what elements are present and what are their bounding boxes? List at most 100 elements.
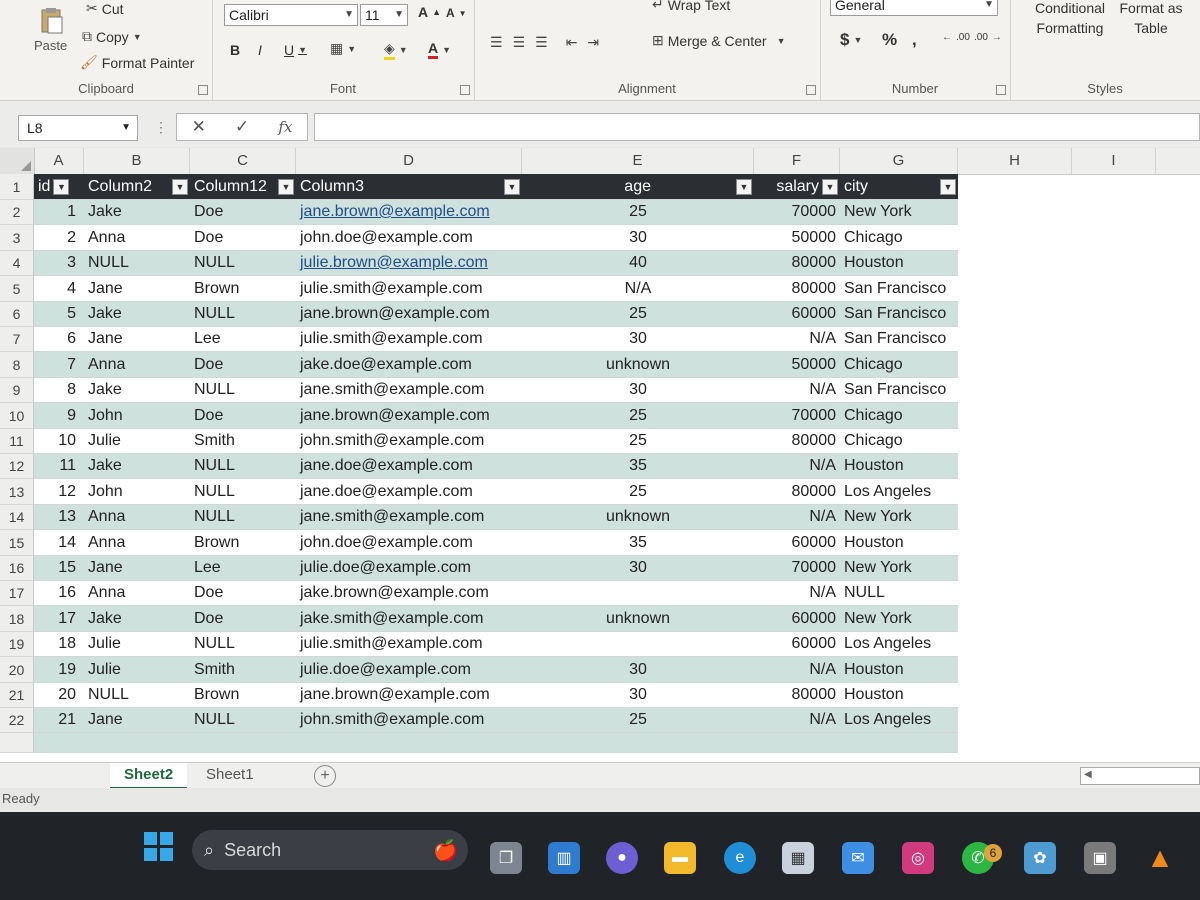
cell-city[interactable]: Houston (840, 657, 958, 682)
cell-age[interactable]: 25 (522, 200, 754, 224)
cell-city[interactable]: Los Angeles (840, 479, 958, 504)
cell-column2[interactable]: John (84, 403, 190, 428)
increase-indent-icon[interactable]: ⇥ (587, 34, 599, 51)
column-header-b[interactable]: B (84, 148, 190, 174)
cell-city[interactable]: Houston (840, 530, 958, 555)
microsoft-store-icon[interactable]: ▦ (782, 842, 814, 874)
cell-city[interactable]: Los Angeles (840, 708, 958, 732)
cell-id[interactable]: 12 (34, 479, 84, 504)
cell-email[interactable]: jane.doe@example.com (296, 454, 522, 478)
insert-function-icon[interactable]: fx (278, 118, 292, 136)
cell-city[interactable]: San Francisco (840, 276, 958, 301)
cell-age[interactable]: 25 (522, 708, 754, 732)
cell-column2[interactable]: Jake (84, 606, 190, 631)
column-header-a[interactable]: A (34, 148, 84, 174)
align-right-icon[interactable]: ☰ (535, 34, 548, 51)
row-header[interactable]: 16 (0, 556, 34, 581)
cell-city[interactable]: NULL (840, 581, 958, 605)
cell-column2[interactable]: NULL (84, 251, 190, 275)
cell-city[interactable]: New York (840, 505, 958, 529)
cell-column12[interactable]: NULL (190, 505, 296, 529)
font-launcher[interactable] (460, 85, 470, 95)
fill-color-button[interactable]: ◈ ▼ (384, 40, 408, 60)
cell-salary[interactable]: 60000 (754, 606, 840, 631)
bold-button[interactable]: B (230, 42, 240, 58)
cell-email[interactable]: john.doe@example.com (296, 530, 522, 555)
header-column12[interactable]: Column12 ▼ (190, 174, 296, 199)
row-header[interactable]: 9 (0, 378, 34, 403)
copy-button[interactable]: ⧉ Copy ▼ (82, 28, 142, 45)
align-center-icon[interactable]: ☰ (513, 34, 526, 51)
cell-salary[interactable]: N/A (754, 708, 840, 732)
worksheet-grid[interactable]: A B C D E F G H I 1 id ▼ Column2 ▼ Column1… (0, 148, 1200, 762)
cell-column12[interactable]: Lee (190, 556, 296, 580)
comma-button[interactable]: , (912, 30, 917, 50)
cell-email[interactable]: jane.brown@example.com (296, 200, 522, 224)
cell-column2[interactable]: John (84, 479, 190, 504)
cell-column2[interactable]: Anna (84, 225, 190, 250)
decrease-decimal-button[interactable]: .00 → (974, 32, 1002, 43)
cell-city[interactable]: Houston (840, 454, 958, 478)
header-city[interactable]: city ▼ (840, 174, 958, 199)
row-header[interactable]: 12 (0, 454, 34, 479)
row-header[interactable]: 5 (0, 276, 34, 302)
cell-age[interactable]: 25 (522, 302, 754, 326)
increase-decimal-button[interactable]: ← .00 (942, 32, 970, 43)
cell-column2[interactable]: Julie (84, 632, 190, 656)
cell-salary[interactable]: 80000 (754, 276, 840, 301)
cell-salary[interactable]: N/A (754, 327, 840, 351)
header-salary[interactable]: salary ▼ (754, 174, 840, 199)
font-name-select[interactable]: Calibri ▼ (224, 4, 358, 26)
cell-email[interactable]: john.smith@example.com (296, 429, 522, 453)
percent-button[interactable]: % (882, 30, 897, 50)
cell-salary[interactable]: 60000 (754, 302, 840, 326)
cell-city[interactable]: Chicago (840, 225, 958, 250)
cell-column12[interactable]: Doe (190, 225, 296, 250)
cell-column12[interactable]: NULL (190, 302, 296, 326)
cell-age[interactable] (522, 581, 754, 605)
cell-column12[interactable]: Doe (190, 606, 296, 631)
cell-age[interactable]: 30 (522, 225, 754, 250)
cell-salary[interactable]: N/A (754, 454, 840, 478)
row-header[interactable]: 6 (0, 302, 34, 327)
cell-id[interactable]: 7 (34, 352, 84, 377)
cell-id[interactable]: 4 (34, 276, 84, 301)
sheet-tab-active[interactable]: Sheet2 (110, 763, 188, 790)
cell-salary[interactable]: N/A (754, 657, 840, 682)
cell-column12[interactable]: Doe (190, 581, 296, 605)
cell-age[interactable]: unknown (522, 352, 754, 377)
row-header[interactable]: 17 (0, 581, 34, 606)
row-header[interactable]: 13 (0, 479, 34, 505)
cell-age[interactable]: 30 (522, 378, 754, 402)
row-header[interactable]: 2 (0, 200, 34, 225)
cell-age[interactable]: 25 (522, 403, 754, 428)
cell-salary[interactable]: 80000 (754, 683, 840, 707)
row-header[interactable]: 3 (0, 225, 34, 251)
clipboard-launcher[interactable] (198, 85, 208, 95)
cancel-icon[interactable]: ✕ (192, 117, 206, 137)
format-painter-button[interactable]: 🖌 Format Painter (80, 54, 194, 71)
column-header-f[interactable]: F (754, 148, 840, 174)
horizontal-scrollbar[interactable]: ◀ (1080, 767, 1200, 785)
shrink-font-button[interactable]: A ▼ (446, 6, 467, 20)
cell-id[interactable]: 9 (34, 403, 84, 428)
merge-center-button[interactable]: ⊞ Merge & Center ▼ (652, 32, 785, 49)
cell-email[interactable]: julie.doe@example.com (296, 657, 522, 682)
cell-email[interactable]: julie.smith@example.com (296, 327, 522, 351)
cell-column12[interactable]: NULL (190, 378, 296, 402)
cell-column2[interactable]: Jane (84, 556, 190, 580)
cell-city[interactable]: San Francisco (840, 302, 958, 326)
row-header[interactable]: 22 (0, 708, 34, 733)
column-header-c[interactable]: C (190, 148, 296, 174)
header-column3[interactable]: Column3 ▼ (296, 174, 522, 199)
cell-column2[interactable]: Jake (84, 302, 190, 326)
cell-email[interactable]: julie.brown@example.com (296, 251, 522, 275)
row-header[interactable]: 19 (0, 632, 34, 657)
column-header-d[interactable]: D (296, 148, 522, 174)
cell-id[interactable]: 11 (34, 454, 84, 478)
font-color-button[interactable]: A ▼ (428, 40, 451, 59)
cell-id[interactable]: 19 (34, 657, 84, 682)
select-all-button[interactable] (0, 148, 35, 174)
cell-id[interactable]: 5 (34, 302, 84, 326)
column-header-e[interactable]: E (522, 148, 754, 174)
